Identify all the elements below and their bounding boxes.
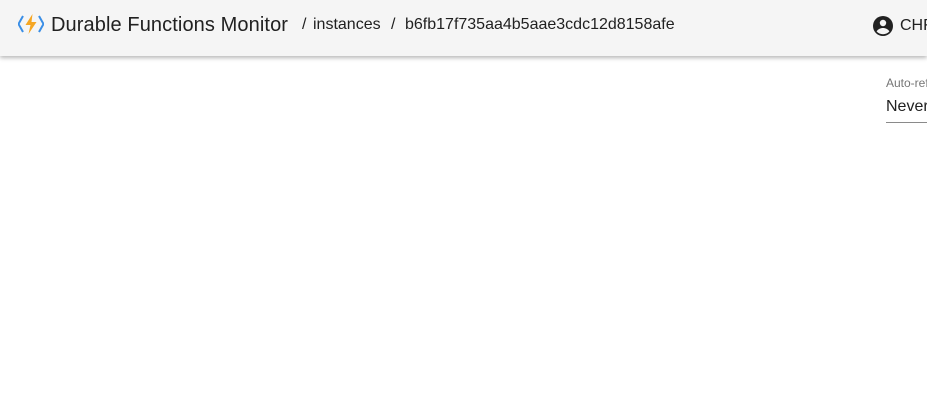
breadcrumb-instance-id: b6fb17f735aa4b5aae3cdc12d8158afe: [405, 16, 675, 33]
account-circle-icon: [871, 14, 895, 38]
auto-refresh-select[interactable]: Auto-refresh Never: [886, 76, 927, 124]
breadcrumb-separator: /: [391, 16, 396, 33]
user-name: CHF: [900, 17, 927, 34]
app-title: Durable Functions Monitor: [51, 14, 289, 36]
select-underline: [886, 122, 927, 123]
durable-functions-logo-icon: [17, 13, 45, 35]
breadcrumb-instances-link[interactable]: instances: [313, 15, 381, 35]
auto-refresh-value[interactable]: Never: [886, 97, 927, 117]
app-bar: Durable Functions Monitor / instances / …: [0, 0, 927, 56]
breadcrumb-separator: /: [302, 16, 307, 33]
auto-refresh-label: Auto-refresh: [886, 76, 927, 90]
